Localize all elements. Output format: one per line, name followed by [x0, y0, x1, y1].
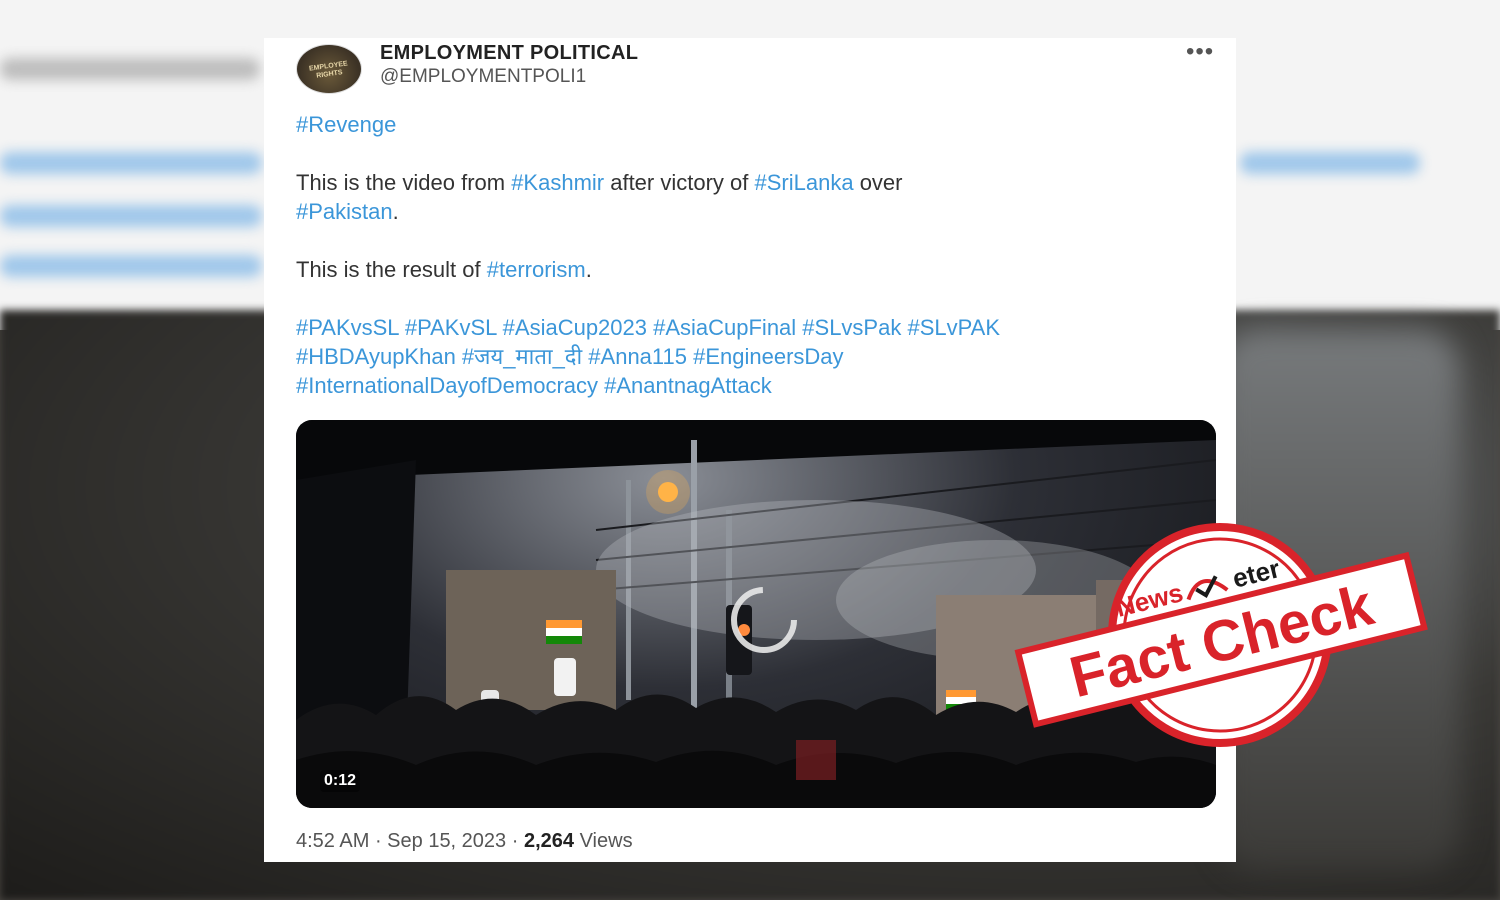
hashtag-revenge[interactable]: #Revenge: [296, 112, 396, 137]
tweet-text-segment: over: [853, 170, 903, 195]
author-name[interactable]: EMPLOYMENT POLITICAL: [380, 42, 638, 65]
tweet-text-segment: This is the video from: [296, 170, 512, 195]
tweet-time[interactable]: 4:52 AM: [296, 830, 369, 852]
hashtag-terrorism[interactable]: #terrorism: [487, 257, 586, 282]
tweet-text-segment: This is the result of: [296, 257, 487, 282]
hashtag-list[interactable]: #PAKvsSL #PAKvSL #AsiaCup2023 #AsiaCupFi…: [296, 315, 1000, 340]
hashtag-pakistan[interactable]: #Pakistan: [296, 199, 393, 224]
views-label: Views: [579, 830, 633, 852]
tweet-text: #Revenge This is the video from #Kashmir…: [296, 110, 1216, 400]
separator-dot: ·: [369, 830, 388, 852]
tweet-date[interactable]: Sep 15, 2023: [387, 830, 506, 852]
avatar-label: EMPLOYEE RIGHTS: [308, 60, 349, 80]
author-handle[interactable]: @EMPLOYMENTPOLI1: [380, 66, 586, 88]
separator-dot: ·: [506, 830, 524, 852]
fact-check-stamp: News eter Fact Check: [1014, 523, 1428, 747]
tweet-meta: 4:52 AM · Sep 15, 2023 · 2,264 Views: [296, 830, 633, 853]
hashtag-srilanka[interactable]: #SriLanka: [755, 170, 854, 195]
avatar[interactable]: EMPLOYEE RIGHTS: [296, 44, 362, 94]
views-count: 2,264: [523, 830, 575, 852]
more-options-icon[interactable]: •••: [1186, 40, 1214, 64]
hashtag-list[interactable]: #HBDAyupKhan #जय_माता_दी #Anna115 #Engin…: [296, 344, 844, 369]
tweet-text-segment: .: [392, 199, 399, 224]
tweet-text-segment: after victory of: [604, 170, 755, 195]
hashtag-kashmir[interactable]: #Kashmir: [511, 170, 604, 195]
hashtag-list[interactable]: #InternationalDayofDemocracy #AnantnagAt…: [296, 373, 772, 398]
tweet-text-segment: .: [585, 257, 592, 282]
video-duration: 0:12: [320, 770, 361, 792]
